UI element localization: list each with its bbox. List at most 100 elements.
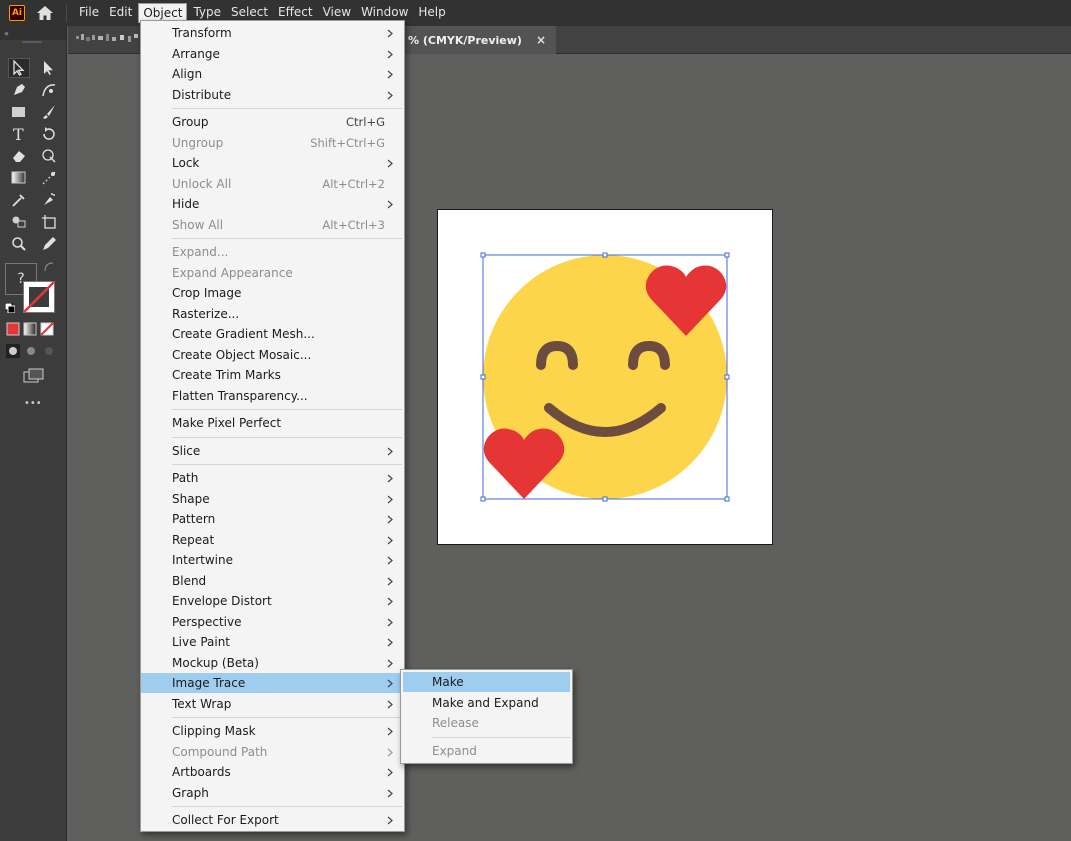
menu-item-ungroup: Ungroup Shift+Ctrl+G	[141, 133, 404, 153]
menu-item-clipping-mask[interactable]: Clipping Mask	[141, 721, 404, 741]
type-tool-icon[interactable]: T	[8, 124, 30, 144]
panel-grip-icon[interactable]	[22, 40, 42, 44]
menu-item-distribute[interactable]: Distribute	[141, 85, 404, 105]
menu-item-image-trace[interactable]: Image Trace	[141, 673, 404, 693]
fill-stroke-swatches[interactable]: ?	[5, 261, 57, 315]
curvature-tool-icon[interactable]	[38, 80, 60, 100]
draw-behind-icon[interactable]	[24, 344, 38, 358]
submenu-item-expand: Expand	[432, 743, 477, 758]
menu-item-shortcut: Alt+Ctrl+2	[322, 176, 385, 191]
menu-item-align[interactable]: Align	[141, 64, 404, 84]
close-tab-icon[interactable]: ×	[536, 33, 546, 47]
rotate-tool-icon[interactable]	[38, 124, 60, 144]
menu-item-label: Show All	[172, 217, 224, 232]
submenu-item-make-and-expand[interactable]: Make and Expand	[401, 693, 572, 713]
menu-file[interactable]: File	[75, 3, 103, 23]
menu-edit[interactable]: Edit	[105, 3, 136, 23]
eraser-tool-icon[interactable]	[8, 146, 30, 166]
menu-item-label: Create Gradient Mesh...	[172, 327, 315, 341]
blend-tool-icon[interactable]	[38, 168, 60, 188]
chevron-right-icon	[387, 577, 393, 585]
menu-item-make-pixel-perfect[interactable]: Make Pixel Perfect	[141, 413, 404, 433]
menu-item-rasterize[interactable]: Rasterize...	[141, 304, 404, 324]
shape-builder-tool-icon[interactable]	[8, 212, 30, 232]
tools-panel-header[interactable]: «	[0, 26, 66, 40]
artboard-tool-icon[interactable]	[38, 212, 60, 232]
menu-item-label: Hide	[172, 197, 200, 211]
menu-help[interactable]: Help	[414, 3, 449, 23]
menu-item-path[interactable]: Path	[141, 468, 404, 488]
menu-item-perspective[interactable]: Perspective	[141, 612, 404, 632]
menu-item-label: Live Paint	[172, 635, 231, 649]
color-mode-icon[interactable]	[6, 322, 20, 336]
menu-separator	[172, 717, 402, 718]
chevron-right-icon	[387, 556, 393, 565]
more-tools-button[interactable]: •••	[24, 398, 42, 409]
menu-item-envelope-distort[interactable]: Envelope Distort	[141, 591, 404, 611]
menu-item-text-wrap[interactable]: Text Wrap	[141, 694, 404, 714]
menu-item-collect-for-export[interactable]: Collect For Export	[141, 810, 404, 830]
paintbrush-tool-icon[interactable]	[38, 102, 60, 122]
free-transform-tool-icon[interactable]	[38, 146, 60, 166]
eyedropper-tool-icon[interactable]	[8, 190, 30, 210]
menu-item-slice[interactable]: Slice	[141, 441, 404, 461]
pencil-tool-icon[interactable]	[38, 234, 60, 254]
gradient-tool-icon[interactable]	[8, 168, 30, 188]
menu-item-label: Intertwine	[172, 553, 234, 567]
draw-normal-icon[interactable]	[6, 344, 20, 358]
draw-inside-icon[interactable]	[42, 344, 56, 358]
menu-item-label: Make Pixel Perfect	[172, 416, 282, 430]
menu-item-group[interactable]: Group Ctrl+G	[141, 112, 404, 132]
smiling-face-with-hearts-image[interactable]	[438, 210, 774, 546]
document-thumbnail-icon[interactable]	[76, 34, 140, 44]
menu-item-lock[interactable]: Lock	[141, 153, 404, 173]
chevron-right-icon	[387, 159, 393, 168]
selection-tool-icon[interactable]	[8, 58, 30, 78]
image-trace-submenu: Make Make and Expand Release Expand	[400, 669, 573, 764]
menu-item-mockup-beta[interactable]: Mockup (Beta)	[141, 653, 404, 673]
menu-item-shape[interactable]: Shape	[141, 489, 404, 509]
menu-item-hide[interactable]: Hide	[141, 194, 404, 214]
menu-item-flatten-transparency[interactable]: Flatten Transparency...	[141, 386, 404, 406]
menu-item-blend[interactable]: Blend	[141, 571, 404, 591]
pen-tool-icon[interactable]	[8, 80, 30, 100]
none-mode-icon[interactable]	[40, 322, 54, 336]
menu-item-show-all: Show All Alt+Ctrl+3	[141, 215, 404, 235]
chevron-right-icon	[387, 50, 393, 58]
rectangle-tool-icon[interactable]	[8, 102, 30, 122]
collapse-panel-icon[interactable]: «	[4, 29, 14, 37]
svg-text:«: «	[4, 29, 9, 37]
menu-item-create-gradient-mesh[interactable]: Create Gradient Mesh...	[141, 324, 404, 344]
home-icon[interactable]	[36, 4, 54, 22]
symbol-sprayer-tool-icon[interactable]	[38, 190, 60, 210]
screen-mode-icon[interactable]	[23, 368, 45, 386]
menu-item-pattern[interactable]: Pattern	[141, 509, 404, 529]
swap-fill-stroke-icon[interactable]	[43, 261, 55, 273]
zoom-tool-icon[interactable]	[8, 234, 30, 254]
default-fill-stroke-icon[interactable]	[5, 303, 15, 313]
menu-item-crop-image[interactable]: Crop Image	[141, 283, 404, 303]
menu-separator	[172, 108, 402, 109]
direct-selection-tool-icon[interactable]	[38, 58, 60, 78]
menu-item-graph[interactable]: Graph	[141, 783, 404, 803]
artboard[interactable]	[437, 209, 773, 545]
menu-item-live-paint[interactable]: Live Paint	[141, 632, 404, 652]
menu-item-expand: Expand...	[141, 242, 404, 262]
chevron-right-icon	[387, 816, 393, 825]
menu-item-arrange[interactable]: Arrange	[141, 44, 404, 64]
menu-item-expand-appearance: Expand Appearance	[141, 263, 404, 283]
menu-item-create-object-mosaic[interactable]: Create Object Mosaic...	[141, 345, 404, 365]
menu-item-repeat[interactable]: Repeat	[141, 530, 404, 550]
stroke-swatch-none-icon[interactable]	[23, 281, 55, 313]
menu-item-label: Expand...	[172, 245, 229, 259]
gradient-mode-icon[interactable]	[23, 322, 37, 336]
submenu-item-make[interactable]: Make	[403, 672, 570, 692]
menu-item-artboards[interactable]: Artboards	[141, 762, 404, 782]
document-tab[interactable]: % (CMYK/Preview) ×	[404, 26, 557, 54]
menu-item-create-trim-marks[interactable]: Create Trim Marks	[141, 365, 404, 385]
menu-item-transform[interactable]: Transform	[141, 23, 404, 43]
menu-item-label: Repeat	[172, 532, 215, 547]
menu-item-label: Text Wrap	[172, 696, 232, 711]
chevron-right-icon	[387, 536, 393, 544]
menu-item-intertwine[interactable]: Intertwine	[141, 550, 404, 570]
